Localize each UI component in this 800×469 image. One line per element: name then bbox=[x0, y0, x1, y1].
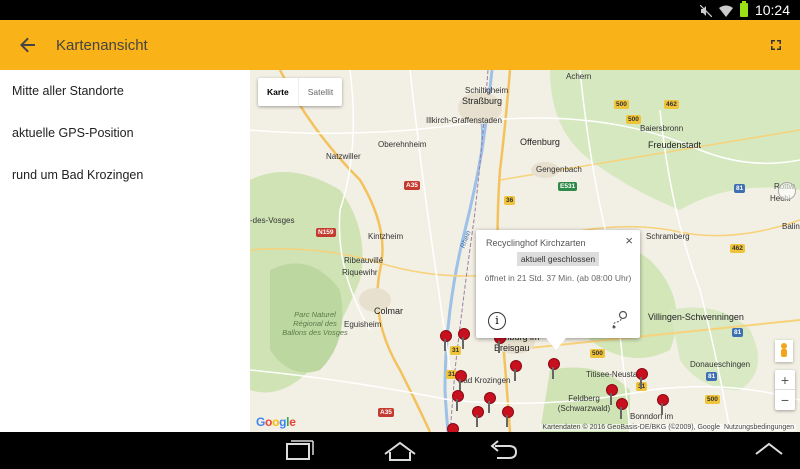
sidebar-item-center-all[interactable]: Mitte aller Standorte bbox=[0, 70, 250, 112]
compass-icon[interactable] bbox=[778, 182, 796, 200]
location-marker[interactable] bbox=[440, 330, 452, 352]
keyboard-hide-button[interactable] bbox=[752, 440, 786, 462]
road-shield: 500 bbox=[626, 115, 641, 124]
terms-link[interactable]: Nutzungsbedingungen bbox=[724, 424, 794, 431]
sidebar-item-gps[interactable]: aktuelle GPS-Position bbox=[0, 112, 250, 154]
place-label: Offenburg bbox=[520, 137, 560, 147]
place-label: -des-Vosges bbox=[250, 216, 295, 225]
place-label: Gengenbach bbox=[536, 165, 582, 174]
sidebar-item-label: Mitte aller Standorte bbox=[12, 84, 124, 98]
location-marker[interactable] bbox=[447, 423, 459, 432]
zoom-controls: + − bbox=[775, 370, 795, 410]
recent-apps-button[interactable] bbox=[282, 440, 316, 462]
pegman-icon[interactable] bbox=[775, 340, 793, 362]
sidebar-item-label: rund um Bad Krozingen bbox=[12, 168, 144, 182]
road-shield: 500 bbox=[590, 349, 605, 358]
location-popup[interactable]: Recyclinghof Kirchzarten × aktuell gesch… bbox=[476, 230, 640, 350]
zoom-out-button[interactable]: − bbox=[775, 390, 795, 410]
page-title: Kartenansicht bbox=[56, 36, 148, 54]
battery-icon bbox=[739, 1, 748, 17]
place-label: Donaueschingen bbox=[690, 360, 751, 369]
back-button[interactable] bbox=[0, 20, 56, 70]
place-label: Natzwiller bbox=[326, 152, 361, 161]
home-icon bbox=[384, 441, 416, 461]
road-shield: E531 bbox=[558, 182, 578, 191]
location-marker[interactable] bbox=[548, 358, 560, 380]
road-shield: 81 bbox=[706, 372, 718, 381]
map-type-satellit[interactable]: Satellit bbox=[297, 78, 343, 106]
map-view[interactable]: Karte Satellit Achern Schiltigheim Straß… bbox=[250, 70, 800, 432]
place-label: Balin bbox=[782, 222, 800, 231]
road-shield: 36 bbox=[504, 196, 516, 205]
keyboard-hide-icon bbox=[755, 442, 783, 455]
location-marker[interactable] bbox=[636, 368, 648, 390]
road-shield: 81 bbox=[734, 184, 746, 193]
wifi-icon bbox=[718, 4, 733, 17]
place-label: Oberehnheim bbox=[378, 140, 427, 149]
zoom-in-button[interactable]: + bbox=[775, 370, 795, 390]
place-label: Riquewihr bbox=[342, 268, 378, 277]
road-shield: 500 bbox=[614, 100, 629, 109]
recent-apps-icon bbox=[286, 440, 314, 460]
road-shield: A35 bbox=[378, 408, 394, 417]
route-icon[interactable] bbox=[610, 310, 630, 330]
road-shield: 500 bbox=[705, 395, 720, 404]
location-marker[interactable] bbox=[484, 392, 496, 414]
place-label: Schiltigheim bbox=[465, 86, 509, 95]
sidebar-item-bad-krozingen[interactable]: rund um Bad Krozingen bbox=[0, 154, 250, 196]
fullscreen-button[interactable] bbox=[766, 35, 786, 55]
status-bar: 10:24 bbox=[0, 0, 800, 20]
location-marker[interactable] bbox=[472, 406, 484, 428]
copyright-text: Kartendaten © 2016 GeoBasis-DE/BKG (©200… bbox=[542, 424, 721, 431]
mute-icon bbox=[699, 4, 713, 18]
map-type-toggle: Karte Satellit bbox=[258, 78, 343, 106]
location-sidebar: Mitte aller Standorte aktuelle GPS-Posit… bbox=[0, 70, 250, 432]
location-marker[interactable] bbox=[502, 406, 514, 428]
location-marker[interactable] bbox=[606, 384, 618, 406]
place-label: Baiersbronn bbox=[640, 124, 684, 133]
status-time: 10:24 bbox=[754, 2, 790, 18]
popup-close-button[interactable]: × bbox=[625, 233, 633, 248]
road-shield: A35 bbox=[404, 181, 420, 190]
place-label: Colmar bbox=[374, 306, 404, 316]
google-logo: Google bbox=[256, 415, 296, 429]
place-label: Achern bbox=[566, 72, 592, 81]
place-label: Illkirch-Graffenstaden bbox=[426, 116, 502, 125]
info-icon[interactable]: i bbox=[488, 312, 506, 330]
popup-opening-text: öffnet in 21 Std. 37 Min. (ab 08:00 Uhr) bbox=[484, 273, 632, 283]
place-label: Schramberg bbox=[646, 232, 690, 241]
popup-title: Recyclinghof Kirchzarten bbox=[486, 238, 586, 248]
system-nav-bar bbox=[0, 432, 800, 469]
location-marker[interactable] bbox=[452, 390, 464, 412]
location-marker[interactable] bbox=[455, 370, 467, 392]
home-button[interactable] bbox=[383, 440, 417, 462]
map-type-karte[interactable]: Karte bbox=[258, 78, 298, 106]
place-label: Ribeauvillé bbox=[344, 256, 384, 265]
place-label: Kintzheim bbox=[368, 232, 404, 241]
app-toolbar: Kartenansicht bbox=[0, 20, 800, 70]
place-label: Feldberg (Schwarzwald) bbox=[557, 394, 611, 413]
location-marker[interactable] bbox=[657, 394, 669, 416]
road-shield: N159 bbox=[316, 228, 336, 237]
back-icon bbox=[490, 440, 518, 459]
location-marker[interactable] bbox=[510, 360, 522, 382]
back-nav-button[interactable] bbox=[485, 440, 519, 462]
arrow-back-icon bbox=[20, 37, 35, 53]
location-marker[interactable] bbox=[616, 398, 628, 420]
road-shield: 462 bbox=[730, 244, 745, 253]
place-label: Villingen-Schwenningen bbox=[648, 312, 744, 322]
map-copyright: Kartendaten © 2016 GeoBasis-DE/BKG (©200… bbox=[540, 424, 796, 431]
sidebar-item-label: aktuelle GPS-Position bbox=[12, 126, 134, 140]
popup-status-badge: aktuell geschlossen bbox=[516, 252, 600, 266]
park-label: Parc Naturel Régional des Ballons des Vo… bbox=[282, 310, 348, 337]
location-marker[interactable] bbox=[458, 328, 470, 350]
road-shield: 462 bbox=[664, 100, 679, 109]
place-label: Straßburg bbox=[462, 96, 503, 106]
place-label: Freudenstadt bbox=[648, 140, 702, 150]
road-shield: 81 bbox=[732, 328, 744, 337]
fullscreen-icon bbox=[771, 40, 781, 50]
